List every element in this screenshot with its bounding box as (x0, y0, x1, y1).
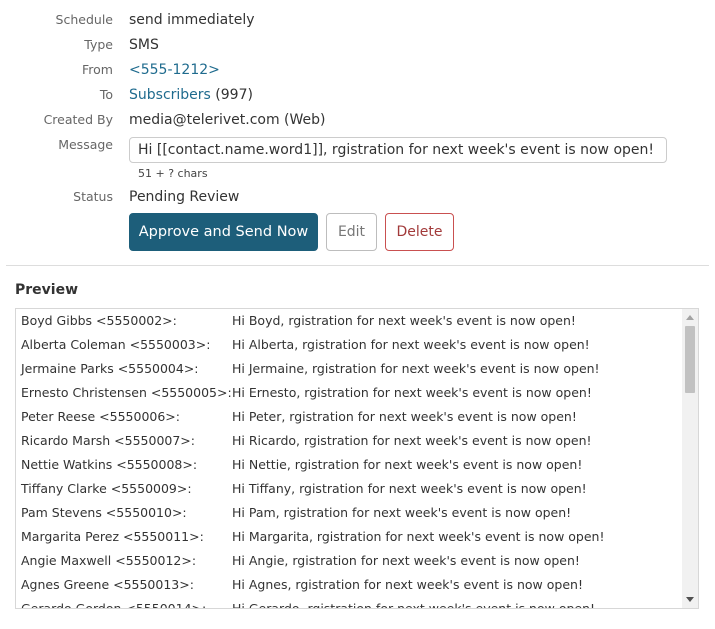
preview-row: Boyd Gibbs <5550002>: Hi Boyd, rgistratio… (16, 309, 682, 333)
preview-row: Ricardo Marsh <5550007>: Hi Ricardo, rgis… (16, 429, 682, 453)
recipient-name: Alberta Coleman <5550003>: (21, 337, 211, 352)
scroll-up-arrow-icon[interactable] (686, 315, 694, 320)
to-value: Subscribers (997) (129, 85, 253, 105)
recipient-name: Tiffany Clarke <5550009>: (21, 481, 192, 496)
preview-message: Hi Tiffany, rgistration for next week's … (232, 481, 587, 496)
preview-message: Hi Ernesto, rgistration for next week's … (232, 385, 592, 400)
preview-row: Jermaine Parks <5550004>: Hi Jermaine, rg… (16, 357, 682, 381)
schedule-value: send immediately (129, 12, 255, 28)
preview-message: Hi Margarita, rgistration for next week'… (232, 529, 605, 544)
schedule-label: Schedule (55, 12, 113, 27)
preview-message: Hi Peter, rgistration for next week's ev… (232, 409, 577, 424)
preview-message: Hi Alberta, rgistration for next week's … (232, 337, 590, 352)
preview-message: Hi Pam, rgistration for next week's even… (232, 505, 572, 520)
type-value: SMS (129, 37, 159, 53)
preview-message: Hi Nettie, rgistration for next week's e… (232, 457, 583, 472)
preview-row: Margarita Perez <5550011>: Hi Margarita, … (16, 525, 682, 549)
recipient-name: Agnes Greene <5550013>: (21, 577, 194, 592)
preview-message: Hi Angie, rgistration for next week's ev… (232, 553, 580, 568)
subscribers-link[interactable]: Subscribers (129, 87, 211, 103)
preview-row: Tiffany Clarke <5550009>: Hi Tiffany, rgi… (16, 477, 682, 501)
type-label: Type (84, 37, 113, 52)
delete-button[interactable]: Delete (385, 213, 454, 251)
status-value: Pending Review (129, 189, 240, 205)
to-row: To Subscribers (997) (0, 85, 715, 107)
preview-row: Agnes Greene <5550013>: Hi Agnes, rgistra… (16, 573, 682, 597)
preview-message: Hi Jermaine, rgistration for next week's… (232, 361, 600, 376)
recipient-name: Ernesto Christensen <5550005>: (21, 385, 232, 400)
created-by-label: Created By (43, 112, 113, 127)
divider (6, 265, 709, 266)
recipient-name: Gerardo Gordon <5550014>: (21, 601, 207, 609)
preview-row: Gerardo Gordon <5550014>: Hi Gerardo, rgi… (16, 597, 682, 609)
recipient-name: Ricardo Marsh <5550007>: (21, 433, 195, 448)
scroll-thumb[interactable] (685, 326, 695, 393)
scroll-down-arrow-icon[interactable] (686, 597, 694, 602)
approve-and-send-button[interactable]: Approve and Send Now (129, 213, 318, 251)
recipient-name: Boyd Gibbs <5550002>: (21, 313, 177, 328)
status-label: Status (73, 189, 113, 204)
preview-row: Alberta Coleman <5550003>: Hi Alberta, rg… (16, 333, 682, 357)
schedule-row: Schedule send immediately (0, 10, 715, 32)
edit-button[interactable]: Edit (326, 213, 377, 251)
created-by-value: media@telerivet.com (Web) (129, 112, 326, 128)
message-text-box: Hi [[contact.name.word1]], rgistration f… (129, 137, 667, 163)
created-by-row: Created By media@telerivet.com (Web) (0, 110, 715, 132)
char-count: 51 + ? chars (138, 167, 208, 180)
from-row: From <555-1212> (0, 60, 715, 82)
preview-message: Hi Ricardo, rgistration for next week's … (232, 433, 592, 448)
preview-row: Pam Stevens <5550010>: Hi Pam, rgistratio… (16, 501, 682, 525)
recipient-name: Margarita Perez <5550011>: (21, 529, 204, 544)
preview-message: Hi Gerardo, rgistration for next week's … (232, 601, 596, 609)
preview-row: Nettie Watkins <5550008>: Hi Nettie, rgis… (16, 453, 682, 477)
message-label: Message (58, 137, 113, 152)
preview-message: Hi Boyd, rgistration for next week's eve… (232, 313, 576, 328)
recipient-name: Peter Reese <5550006>: (21, 409, 180, 424)
status-row: Status Pending Review (0, 187, 715, 209)
preview-row: Ernesto Christensen <5550005>: Hi Ernesto… (16, 381, 682, 405)
to-label: To (99, 87, 113, 102)
from-link[interactable]: <555-1212> (129, 60, 220, 80)
preview-list-box[interactable]: Boyd Gibbs <5550002>: Hi Boyd, rgistratio… (15, 308, 699, 609)
type-row: Type SMS (0, 35, 715, 57)
recipient-name: Jermaine Parks <5550004>: (21, 361, 199, 376)
preview-title: Preview (15, 282, 79, 298)
from-label: From (82, 62, 113, 77)
recipient-name: Pam Stevens <5550010>: (21, 505, 187, 520)
recipient-name: Nettie Watkins <5550008>: (21, 457, 198, 472)
recipient-name: Angie Maxwell <5550012>: (21, 553, 197, 568)
preview-message: Hi Agnes, rgistration for next week's ev… (232, 577, 583, 592)
preview-row: Peter Reese <5550006>: Hi Peter, rgistrat… (16, 405, 682, 429)
preview-row: Angie Maxwell <5550012>: Hi Angie, rgistr… (16, 549, 682, 573)
preview-scrollbar[interactable] (682, 309, 698, 608)
recipient-count: (997) (215, 87, 253, 103)
